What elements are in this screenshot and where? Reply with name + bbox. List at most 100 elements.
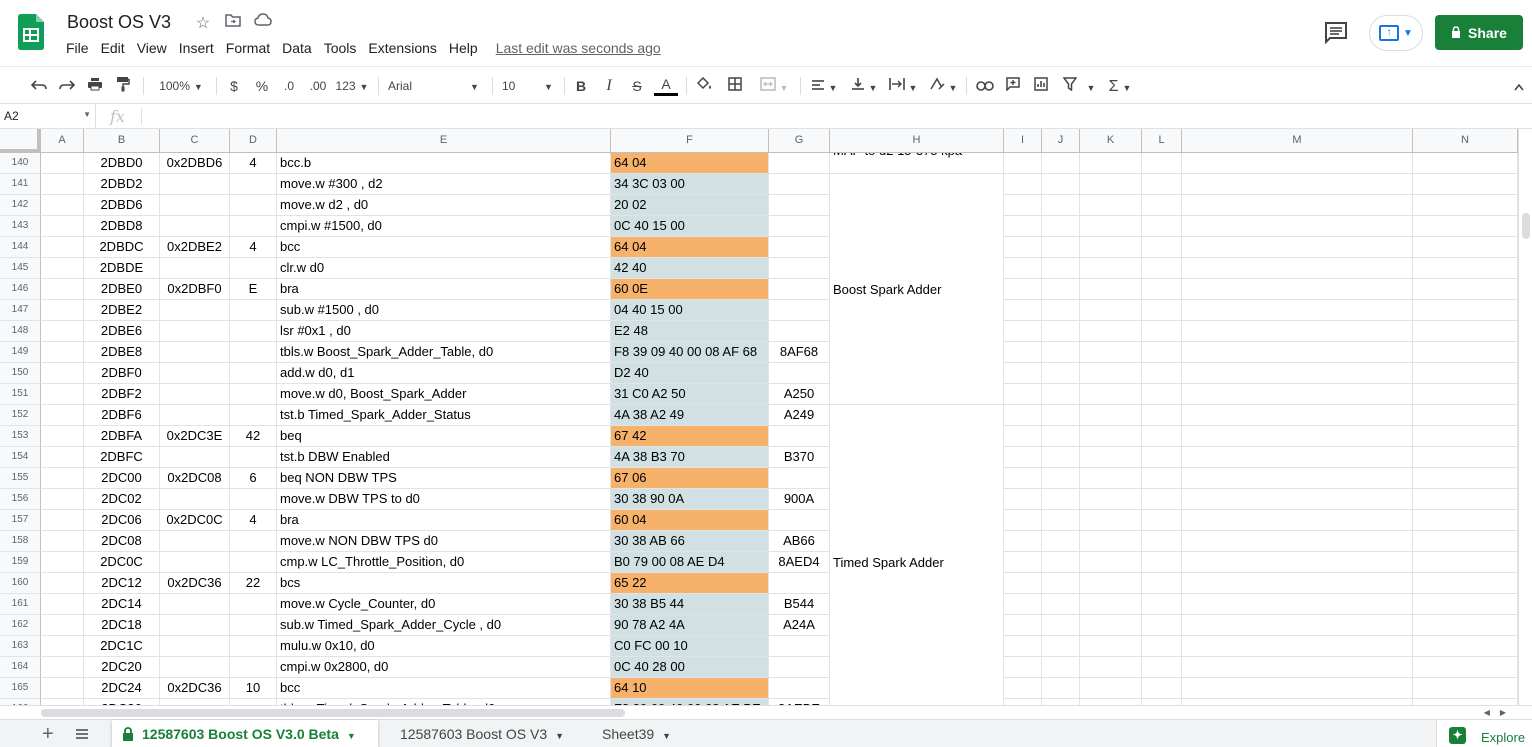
cell-m[interactable] xyxy=(1182,615,1413,636)
cell-k[interactable] xyxy=(1080,216,1142,237)
cell-d[interactable] xyxy=(230,195,277,216)
cell-l[interactable] xyxy=(1142,426,1182,447)
cell-e[interactable]: move.w d0, Boost_Spark_Adder xyxy=(277,384,611,405)
cell-m[interactable] xyxy=(1182,426,1413,447)
cell-k[interactable] xyxy=(1080,279,1142,300)
cell-b[interactable]: 2DC14 xyxy=(84,594,160,615)
cell-n[interactable] xyxy=(1413,195,1518,216)
merged-cell-h[interactable]: Boost Spark Adder xyxy=(830,174,1004,405)
row-header[interactable]: 150 xyxy=(0,363,41,384)
insert-link-icon[interactable] xyxy=(974,76,996,96)
cell-b[interactable]: 2DBF2 xyxy=(84,384,160,405)
cell-l[interactable] xyxy=(1142,216,1182,237)
cell-a[interactable] xyxy=(41,468,84,489)
column-header-n[interactable]: N xyxy=(1413,129,1518,153)
cell-l[interactable] xyxy=(1142,594,1182,615)
cell-f[interactable]: 60 0E xyxy=(611,279,769,300)
cell-e[interactable]: cmpi.w #1500, d0 xyxy=(277,216,611,237)
cell-g[interactable]: 8AF68 xyxy=(769,342,830,363)
cell-k[interactable] xyxy=(1080,573,1142,594)
cell-a[interactable] xyxy=(41,195,84,216)
cell-l[interactable] xyxy=(1142,384,1182,405)
cell-c[interactable] xyxy=(160,657,230,678)
cell-c[interactable] xyxy=(160,447,230,468)
cell-a[interactable] xyxy=(41,279,84,300)
cell-f[interactable]: 67 06 xyxy=(611,468,769,489)
horizontal-align-icon[interactable]: ▼ xyxy=(808,76,840,96)
cell-l[interactable] xyxy=(1142,405,1182,426)
cell-n[interactable] xyxy=(1413,363,1518,384)
cell-f[interactable]: C0 FC 00 10 xyxy=(611,636,769,657)
cell-k[interactable] xyxy=(1080,636,1142,657)
column-header-g[interactable]: G xyxy=(769,129,830,153)
cell-g[interactable] xyxy=(769,216,830,237)
share-button[interactable]: Share xyxy=(1435,15,1523,50)
cell-c[interactable]: 0x2DC08 xyxy=(160,468,230,489)
cell-f[interactable]: 64 04 xyxy=(611,153,769,174)
cell-m[interactable] xyxy=(1182,342,1413,363)
cell-i[interactable] xyxy=(1004,531,1042,552)
cell-m[interactable] xyxy=(1182,216,1413,237)
cell-e[interactable]: beq xyxy=(277,426,611,447)
cell-b[interactable]: 2DC12 xyxy=(84,573,160,594)
sheet-tab[interactable]: Sheet39 ▼ xyxy=(592,720,681,747)
paint-format-icon[interactable] xyxy=(112,76,134,96)
cell-b[interactable]: 2DC18 xyxy=(84,615,160,636)
cell-d[interactable] xyxy=(230,363,277,384)
cell-m[interactable] xyxy=(1182,300,1413,321)
cell-k[interactable] xyxy=(1080,468,1142,489)
cell-c[interactable]: 0x2DBE2 xyxy=(160,237,230,258)
font-select[interactable]: Arial ▼ xyxy=(388,76,482,96)
print-icon[interactable] xyxy=(84,76,106,96)
functions-icon[interactable]: Σ ▼ xyxy=(1104,76,1136,96)
cell-g[interactable]: 900A xyxy=(769,489,830,510)
cell-n[interactable] xyxy=(1413,489,1518,510)
cell-j[interactable] xyxy=(1042,216,1080,237)
cell-k[interactable] xyxy=(1080,678,1142,699)
cell-f[interactable]: 90 78 A2 4A xyxy=(611,615,769,636)
cell-d[interactable]: 22 xyxy=(230,573,277,594)
merge-cells-icon[interactable]: ▼ xyxy=(754,76,794,96)
cell-c[interactable] xyxy=(160,594,230,615)
cell-e[interactable]: move.w Cycle_Counter, d0 xyxy=(277,594,611,615)
cell-k[interactable] xyxy=(1080,300,1142,321)
cell-i[interactable] xyxy=(1004,363,1042,384)
cell-i[interactable] xyxy=(1004,258,1042,279)
cell-b[interactable]: 2DBE2 xyxy=(84,300,160,321)
cell-n[interactable] xyxy=(1413,279,1518,300)
menu-insert[interactable]: Insert xyxy=(173,40,220,56)
cell-f[interactable]: 64 10 xyxy=(611,678,769,699)
borders-icon[interactable] xyxy=(724,76,746,96)
cell-i[interactable] xyxy=(1004,552,1042,573)
cell-n[interactable] xyxy=(1413,405,1518,426)
vertical-scroll-thumb[interactable] xyxy=(1522,213,1530,239)
cell-l[interactable] xyxy=(1142,279,1182,300)
cell-c[interactable] xyxy=(160,300,230,321)
cell-n[interactable] xyxy=(1413,321,1518,342)
cell-f[interactable]: 65 22 xyxy=(611,573,769,594)
horizontal-scroll-thumb[interactable] xyxy=(41,709,625,717)
cell-i[interactable] xyxy=(1004,510,1042,531)
menu-help[interactable]: Help xyxy=(443,40,484,56)
spreadsheet-grid[interactable]: A B C D E F G H I J K L M N 140 2DBD0 0x2DBD6 4 bcc.b 64 04… xyxy=(0,129,1532,705)
star-icon[interactable]: ☆ xyxy=(193,13,213,33)
cell-i[interactable] xyxy=(1004,447,1042,468)
cell-m[interactable] xyxy=(1182,363,1413,384)
cell-e[interactable]: tbls.w Boost_Spark_Adder_Table, d0 xyxy=(277,342,611,363)
row-header[interactable]: 145 xyxy=(0,258,41,279)
cell-j[interactable] xyxy=(1042,573,1080,594)
cell-m[interactable] xyxy=(1182,174,1413,195)
cell-l[interactable] xyxy=(1142,636,1182,657)
cell-a[interactable] xyxy=(41,342,84,363)
cell-n[interactable] xyxy=(1413,615,1518,636)
cell-j[interactable] xyxy=(1042,510,1080,531)
insert-chart-icon[interactable] xyxy=(1030,76,1052,96)
cell-m[interactable] xyxy=(1182,636,1413,657)
row-header[interactable]: 146 xyxy=(0,279,41,300)
cell-f[interactable]: F8 39 09 40 00 08 AF 68 xyxy=(611,342,769,363)
cell-k[interactable] xyxy=(1080,447,1142,468)
cell-a[interactable] xyxy=(41,300,84,321)
cell-d[interactable]: 6 xyxy=(230,468,277,489)
cell-d[interactable]: 10 xyxy=(230,678,277,699)
cell-g[interactable]: A250 xyxy=(769,384,830,405)
